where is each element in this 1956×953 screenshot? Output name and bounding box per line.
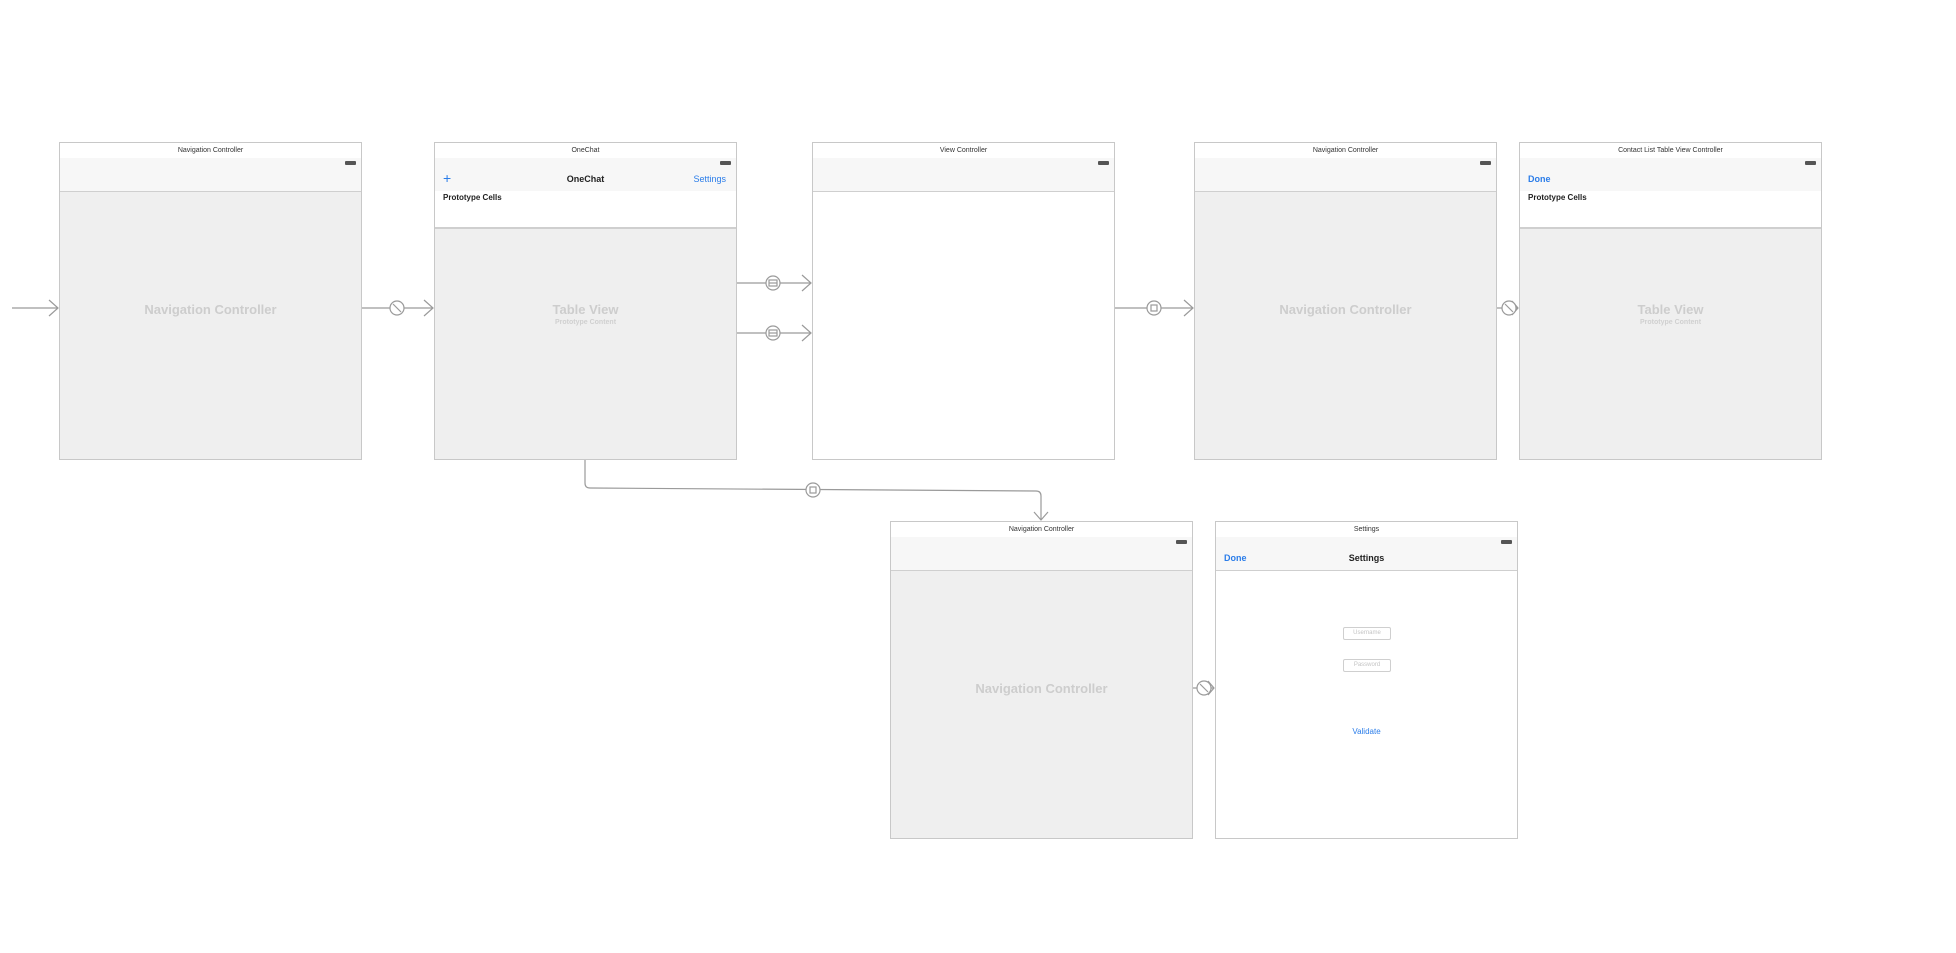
segue-show-onechat-to-viewcontroller-2[interactable]: [737, 324, 812, 342]
storyboard-canvas[interactable]: Navigation Controller Navigation Control…: [0, 0, 1956, 953]
segue-relationship-nav-to-contactlist[interactable]: [1497, 300, 1519, 316]
entry-arrow-icon: [12, 299, 59, 317]
segue-relationship-nav-to-settings[interactable]: [1193, 680, 1215, 696]
segue-present-viewcontroller-to-nav[interactable]: [1115, 299, 1194, 317]
segue-relationship-nav-to-onechat[interactable]: [362, 299, 434, 317]
segue-layer: [12, 274, 1519, 696]
segue-show-onechat-to-viewcontroller-1[interactable]: [737, 274, 812, 292]
segue-present-onechat-to-settings-nav[interactable]: [584, 460, 1049, 521]
